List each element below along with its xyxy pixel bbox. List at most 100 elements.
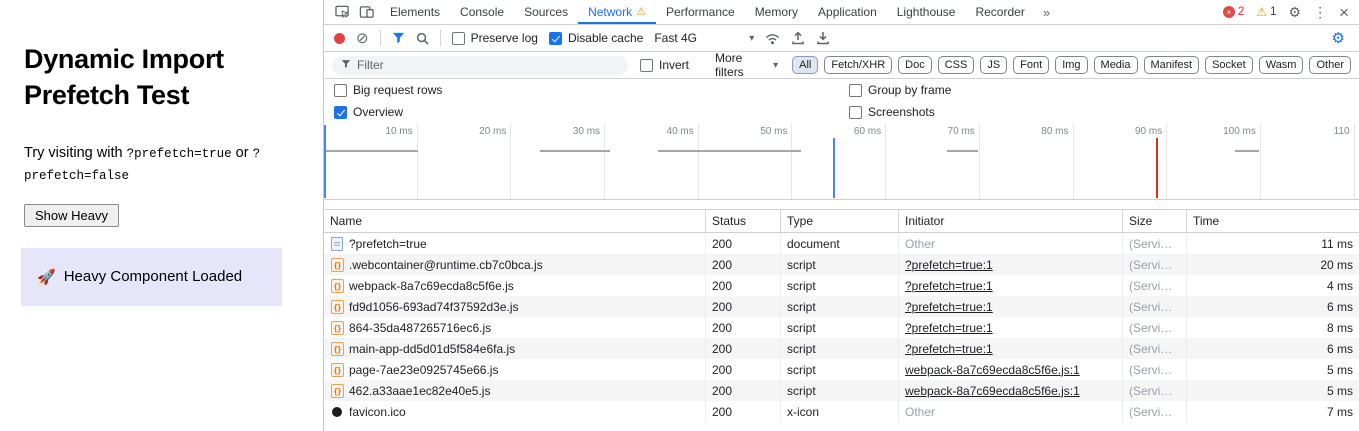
tab-elements[interactable]: Elements <box>380 0 450 24</box>
request-row[interactable]: ?prefetch=true 200 document Other (Servi… <box>324 233 1359 254</box>
filter-chip-img[interactable]: Img <box>1055 56 1087 74</box>
initiator-link[interactable]: webpack-8a7c69ecda8c5f6e.js:1 <box>905 384 1080 398</box>
warning-badge[interactable]: ⚠1 <box>1256 6 1276 18</box>
overview-activity-bar <box>540 150 610 152</box>
column-header-initiator[interactable]: Initiator <box>899 210 1123 232</box>
initiator-link[interactable]: ?prefetch=true:1 <box>905 300 993 314</box>
filter-input[interactable]: Filter <box>332 56 628 75</box>
error-badge[interactable]: 2 <box>1223 6 1244 18</box>
request-type: document <box>781 233 899 254</box>
search-icon[interactable] <box>416 32 429 45</box>
request-row[interactable]: favicon.ico 200 x-icon Other (Servi… 7 m… <box>324 401 1359 422</box>
tab-label: Memory <box>755 5 798 19</box>
record-icon <box>334 33 345 44</box>
filter-toggle-icon[interactable] <box>392 32 405 44</box>
settings-gear-icon[interactable]: ⚙ <box>1289 5 1302 19</box>
filter-chip-all[interactable]: All <box>792 56 818 74</box>
more-options-kebab-icon[interactable]: ⋮ <box>1313 5 1327 19</box>
column-header-time[interactable]: Time <box>1187 210 1359 232</box>
request-status: 200 <box>706 233 781 254</box>
overview-checkbox[interactable]: Overview <box>334 105 849 119</box>
network-conditions-icon[interactable] <box>765 32 780 45</box>
tab-recorder[interactable]: Recorder <box>965 0 1034 24</box>
page-description: Try visiting with ?prefetch=true or ?pre… <box>24 143 296 187</box>
loaded-message: Heavy Component Loaded <box>64 268 242 285</box>
request-initiator: Other <box>905 237 935 251</box>
tab-label: Lighthouse <box>897 5 956 19</box>
initiator-link[interactable]: ?prefetch=true:1 <box>905 321 993 335</box>
tab-network[interactable]: Network⚠ <box>578 0 656 24</box>
more-filters-button[interactable]: More filters▾ <box>715 51 778 79</box>
initiator-link[interactable]: ?prefetch=true:1 <box>905 342 993 356</box>
preserve-log-checkbox[interactable]: Preserve log <box>452 31 538 45</box>
throttling-select[interactable]: Fast 4G▾ <box>654 31 754 45</box>
request-row[interactable]: page-7ae23e0925745e66.js 200 script webp… <box>324 359 1359 380</box>
error-count: 2 <box>1238 6 1244 18</box>
description-or: or <box>232 145 253 161</box>
filter-chip-fetch-xhr[interactable]: Fetch/XHR <box>824 56 892 74</box>
initiator-link[interactable]: ?prefetch=true:1 <box>905 258 993 272</box>
device-toolbar-icon[interactable] <box>354 0 378 24</box>
request-row[interactable]: .webcontainer@runtime.cb7c0bca.js 200 sc… <box>324 254 1359 275</box>
preserve-log-label: Preserve log <box>471 31 538 45</box>
tab-sources[interactable]: Sources <box>514 0 578 24</box>
devtools-window-controls: 2 ⚠1 ⚙ ⋮ × <box>1223 0 1359 24</box>
filter-chip-media[interactable]: Media <box>1094 56 1138 74</box>
request-row[interactable]: 864-35da487265716ec6.js 200 script ?pref… <box>324 317 1359 338</box>
filter-chip-css[interactable]: CSS <box>938 56 975 74</box>
filter-chip-manifest[interactable]: Manifest <box>1144 56 1200 74</box>
request-row[interactable]: fd9d1056-693ad74f37592d3e.js 200 script … <box>324 296 1359 317</box>
tab-memory[interactable]: Memory <box>745 0 808 24</box>
group-by-frame-checkbox[interactable]: Group by frame <box>849 83 951 97</box>
devtools-tabs: Elements Console Sources Network⚠ Perfor… <box>380 0 1035 24</box>
request-time: 8 ms <box>1187 317 1359 338</box>
column-header-status[interactable]: Status <box>706 210 781 232</box>
error-icon <box>1223 6 1235 18</box>
network-overview-timeline[interactable]: 10 ms 20 ms 30 ms 40 ms 50 ms 60 ms 70 m… <box>324 123 1359 200</box>
show-heavy-button[interactable]: Show Heavy <box>24 204 119 227</box>
tab-performance[interactable]: Performance <box>656 0 745 24</box>
initiator-link[interactable]: webpack-8a7c69ecda8c5f6e.js:1 <box>905 363 1080 377</box>
inspect-element-icon[interactable] <box>330 0 354 24</box>
disable-cache-label: Disable cache <box>568 31 643 45</box>
network-settings-gear-icon[interactable]: ⚙ <box>1332 31 1345 46</box>
overview-activity-bar <box>326 150 418 152</box>
tab-application[interactable]: Application <box>808 0 887 24</box>
close-devtools-icon[interactable]: × <box>1339 4 1349 21</box>
request-size: (Servi… <box>1123 233 1187 254</box>
big-request-rows-label: Big request rows <box>353 83 442 97</box>
column-header-type[interactable]: Type <box>781 210 899 232</box>
request-row[interactable]: webpack-8a7c69ecda8c5f6e.js 200 script ?… <box>324 275 1359 296</box>
record-network-log-button[interactable] <box>334 33 345 44</box>
request-type: script <box>781 380 899 401</box>
filter-chip-doc[interactable]: Doc <box>898 56 932 74</box>
request-name: 462.a33aae1ec82e40e5.js <box>349 384 490 398</box>
filter-chip-other[interactable]: Other <box>1309 56 1351 74</box>
screenshots-checkbox[interactable]: Screenshots <box>849 105 935 119</box>
filter-chip-socket[interactable]: Socket <box>1205 56 1253 74</box>
request-status: 200 <box>706 296 781 317</box>
demo-page: Dynamic Import Prefetch Test Try visitin… <box>0 0 323 431</box>
clear-network-log-button[interactable]: ⊘ <box>356 31 369 46</box>
export-har-icon[interactable] <box>791 31 805 45</box>
import-har-icon[interactable] <box>816 31 830 45</box>
heavy-component-loaded-box: 🚀 Heavy Component Loaded <box>21 248 282 306</box>
filter-chip-js[interactable]: JS <box>980 56 1007 74</box>
checkbox-unchecked <box>334 84 347 97</box>
more-tabs-icon[interactable]: » <box>1035 0 1058 24</box>
divider <box>440 30 441 46</box>
column-header-size[interactable]: Size <box>1123 210 1187 232</box>
tab-lighthouse[interactable]: Lighthouse <box>887 0 966 24</box>
tab-label: Performance <box>666 5 735 19</box>
request-row[interactable]: main-app-dd5d01d5f584e6fa.js 200 script … <box>324 338 1359 359</box>
initiator-link[interactable]: ?prefetch=true:1 <box>905 279 993 293</box>
tab-console[interactable]: Console <box>450 0 514 24</box>
big-request-rows-checkbox[interactable]: Big request rows <box>334 83 849 97</box>
request-row[interactable]: 462.a33aae1ec82e40e5.js 200 script webpa… <box>324 380 1359 401</box>
page-title: Dynamic Import Prefetch Test <box>24 42 279 113</box>
filter-chip-font[interactable]: Font <box>1013 56 1049 74</box>
filter-chip-wasm[interactable]: Wasm <box>1259 56 1304 74</box>
column-header-name[interactable]: Name <box>324 210 706 232</box>
invert-checkbox[interactable]: Invert <box>640 58 689 72</box>
disable-cache-checkbox[interactable]: Disable cache <box>549 31 643 45</box>
